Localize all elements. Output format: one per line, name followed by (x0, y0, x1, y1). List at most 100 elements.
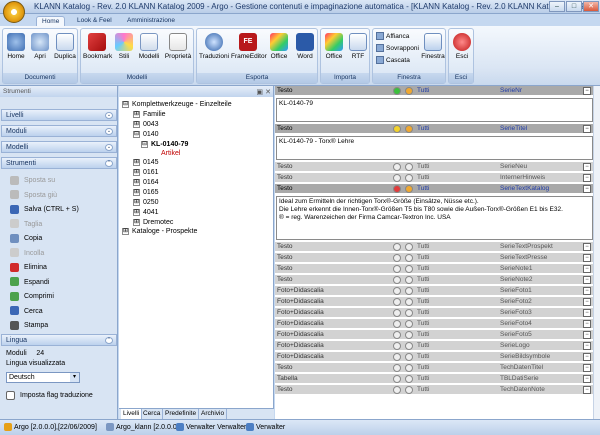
translation-icon[interactable] (405, 185, 413, 193)
expand-icon[interactable]: ⊞ (133, 168, 140, 176)
tool-paste[interactable]: Incolla (10, 248, 44, 260)
app-logo[interactable] (3, 1, 25, 23)
section-livelli[interactable]: Livelli ⌄ (1, 109, 117, 121)
translation-icon[interactable] (405, 254, 413, 262)
translation-icon[interactable] (405, 243, 413, 251)
tool-save[interactable]: Salva (CTRL + S) (10, 204, 79, 216)
tree-node[interactable]: ⊞ 4041 (133, 208, 159, 217)
table-row[interactable]: Foto+Didascalia Tutti SerieFoto1 − (275, 286, 593, 296)
translation-icon[interactable] (405, 287, 413, 295)
translation-icon[interactable] (405, 375, 413, 383)
text-field[interactable]: KL-0140-79 - Torx® Lehre (276, 136, 593, 160)
collapse-icon[interactable]: − (583, 265, 591, 273)
translation-icon[interactable] (405, 174, 413, 182)
collapse-icon[interactable]: − (583, 375, 591, 383)
tile-button[interactable]: Affianca (376, 32, 409, 41)
close-button[interactable]: ✕ (583, 1, 599, 12)
tool-expand[interactable]: Espandi (10, 277, 49, 289)
tool-print[interactable]: Stampa (10, 320, 48, 332)
vertical-scrollbar[interactable] (593, 86, 600, 419)
translation-icon[interactable] (405, 163, 413, 171)
tree-node[interactable]: ⊞ Familie (133, 110, 166, 119)
tree-node[interactable]: Artikel (161, 149, 180, 158)
tool-search[interactable]: Cerca (10, 306, 43, 318)
translation-icon[interactable] (405, 353, 413, 361)
tree-node[interactable]: ⊞ Kataloge - Prospekte (122, 227, 197, 236)
home-button[interactable]: Home (5, 33, 27, 60)
tab-amministrazione[interactable]: Amministrazione (122, 16, 180, 26)
frameeditor-button[interactable]: FE FrameEditor (231, 33, 267, 60)
import-office-button[interactable]: Office (323, 33, 345, 60)
collapse-icon[interactable]: − (583, 331, 591, 339)
collapse-icon[interactable]: ⊟ (122, 100, 129, 108)
tree-node[interactable]: ⊞ 0145 (133, 158, 159, 167)
close-icon[interactable]: ✕ (265, 87, 271, 98)
expand-icon[interactable]: ⊞ (133, 208, 140, 216)
table-row[interactable]: Testo Tutti SerieTextKatalog − (275, 184, 593, 194)
tool-cut[interactable]: Taglia (10, 219, 42, 231)
table-row[interactable]: Foto+Didascalia Tutti SerieFoto5 − (275, 330, 593, 340)
expand-icon[interactable]: ⊞ (133, 110, 140, 118)
translation-icon[interactable] (405, 364, 413, 372)
language-select[interactable]: Deutsch ▾ (6, 372, 80, 383)
tree-node[interactable]: ⊞ Dremotec (133, 218, 173, 227)
text-field[interactable]: KL-0140-79 (276, 98, 593, 122)
table-row[interactable]: Testo Tutti SerieNr − (275, 86, 593, 96)
maximize-button[interactable]: □ (566, 1, 582, 12)
translation-icon[interactable] (405, 331, 413, 339)
overlap-button[interactable]: Sovrapponi (376, 44, 419, 53)
table-row[interactable]: Foto+Didascalia Tutti SerieFoto4 − (275, 319, 593, 329)
collapse-icon[interactable]: − (583, 125, 591, 133)
styles-button[interactable]: Stili (113, 33, 135, 60)
expand-icon[interactable]: ⊞ (133, 218, 140, 226)
collapse-icon[interactable]: ⊟ (133, 130, 140, 138)
collapse-icon[interactable]: − (583, 342, 591, 350)
collapse-icon[interactable]: − (583, 185, 591, 193)
collapse-icon[interactable]: − (583, 298, 591, 306)
collapse-icon[interactable]: ⊟ (141, 140, 148, 148)
translation-icon[interactable] (405, 386, 413, 394)
collapse-icon[interactable]: − (583, 87, 591, 95)
collapse-icon[interactable]: − (583, 254, 591, 262)
section-moduli[interactable]: Moduli ⌄ (1, 125, 117, 137)
translations-button[interactable]: Traduzioni (199, 33, 229, 60)
section-modelli[interactable]: Modelli ⌄ (1, 141, 117, 153)
collapse-icon[interactable]: − (583, 309, 591, 317)
collapse-icon[interactable]: − (583, 287, 591, 295)
window-button[interactable]: Finestra (421, 33, 445, 60)
section-strumenti[interactable]: Strumenti ⌃ (1, 157, 117, 169)
minimize-button[interactable]: – (549, 1, 565, 12)
collapse-icon[interactable]: − (583, 320, 591, 328)
tool-copy[interactable]: Copia (10, 233, 42, 245)
models-button[interactable]: Modelli (137, 33, 161, 60)
tree-node[interactable]: ⊟ 0140 (133, 130, 159, 139)
translation-icon[interactable] (405, 87, 413, 95)
properties-button[interactable]: Proprietà (163, 33, 193, 60)
table-row[interactable]: Testo Tutti SerieNote2 − (275, 275, 593, 285)
duplicate-button[interactable]: Duplica (53, 33, 77, 60)
cascade-button[interactable]: Cascata (376, 56, 410, 65)
tree-node[interactable]: ⊟ Komplettwerkzeuge - Einzelteile (122, 100, 232, 109)
open-button[interactable]: Apri (29, 33, 51, 60)
section-lingua[interactable]: Lingua ⌃ (1, 334, 117, 346)
table-row[interactable]: Testo Tutti SerieTextProspekt − (275, 242, 593, 252)
table-row[interactable]: Foto+Didascalia Tutti SerieFoto3 − (275, 308, 593, 318)
expand-icon[interactable]: ⊞ (133, 120, 140, 128)
collapse-icon[interactable]: − (583, 163, 591, 171)
tab-home[interactable]: Home (36, 16, 66, 26)
bookmark-button[interactable]: Bookmark (83, 33, 112, 60)
expand-icon[interactable]: ⊞ (133, 158, 140, 166)
tree-node[interactable]: ⊞ 0250 (133, 198, 159, 207)
translation-icon[interactable] (405, 298, 413, 306)
table-row[interactable]: Testo Tutti SerieTitel − (275, 124, 593, 134)
export-office-button[interactable]: Office (267, 33, 291, 60)
collapse-icon[interactable]: − (583, 276, 591, 284)
table-row[interactable]: Testo Tutti InternerHinweis − (275, 173, 593, 183)
expand-icon[interactable]: ⊞ (133, 178, 140, 186)
translation-icon[interactable] (405, 342, 413, 350)
translation-icon[interactable] (405, 320, 413, 328)
tool-move-down[interactable]: Sposta giù (10, 190, 57, 202)
table-row[interactable]: Foto+Didascalia Tutti SerieBildsymbole − (275, 352, 593, 362)
collapse-icon[interactable]: − (583, 353, 591, 361)
translation-icon[interactable] (405, 125, 413, 133)
